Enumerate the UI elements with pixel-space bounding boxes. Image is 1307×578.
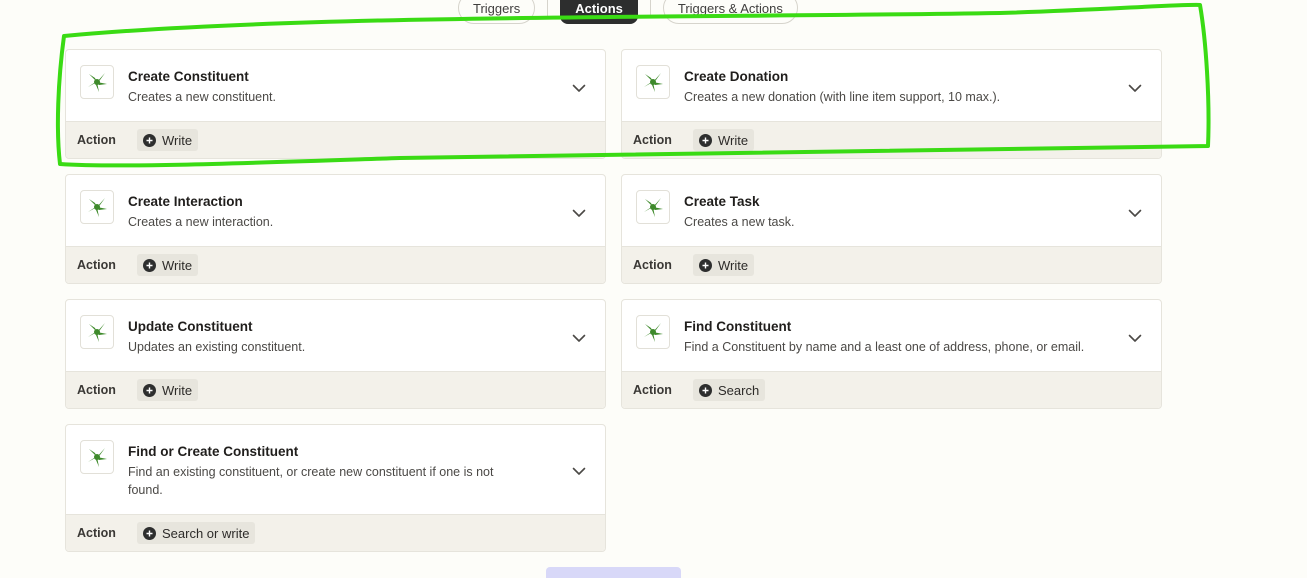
operation-badge: Write bbox=[137, 254, 199, 276]
card-header[interactable]: Create Constituent Creates a new constit… bbox=[66, 50, 605, 121]
card-type-label: Action bbox=[77, 526, 116, 540]
plus-icon bbox=[143, 133, 156, 147]
card-header[interactable]: Find Constituent Find a Constituent by n… bbox=[622, 300, 1161, 371]
tab-actions[interactable]: Actions bbox=[560, 0, 638, 24]
plus-icon bbox=[699, 133, 712, 147]
card-description: Find an existing constituent, or create … bbox=[128, 465, 494, 497]
operation-label: Write bbox=[162, 257, 193, 273]
action-card-find-or-create-constituent[interactable]: Find or Create Constituent Find an exist… bbox=[65, 424, 606, 552]
card-header[interactable]: Find or Create Constituent Find an exist… bbox=[66, 425, 605, 514]
tab-triggers[interactable]: Triggers bbox=[458, 0, 536, 24]
plus-icon bbox=[143, 383, 156, 397]
plus-icon bbox=[699, 383, 712, 397]
chevron-down-icon[interactable] bbox=[571, 205, 587, 221]
card-title: Create Interaction bbox=[128, 194, 243, 209]
app-logo-icon bbox=[80, 190, 114, 224]
chevron-down-icon[interactable] bbox=[571, 80, 587, 96]
operation-badge: Write bbox=[693, 254, 755, 276]
card-type-label: Action bbox=[633, 258, 672, 272]
action-card-create-constituent[interactable]: Create Constituent Creates a new constit… bbox=[65, 49, 606, 159]
operation-label: Write bbox=[162, 132, 193, 148]
operation-label: Write bbox=[718, 132, 749, 148]
operation-label: Write bbox=[162, 382, 193, 398]
operation-label: Write bbox=[718, 257, 749, 273]
card-type-label: Action bbox=[633, 383, 672, 397]
card-header[interactable]: Update Constituent Updates an existing c… bbox=[66, 300, 605, 371]
card-title: Find or Create Constituent bbox=[128, 444, 299, 459]
operation-badge: Write bbox=[693, 129, 755, 151]
app-logo-icon bbox=[80, 440, 114, 474]
plus-icon bbox=[143, 526, 156, 540]
chevron-down-icon[interactable] bbox=[1127, 330, 1143, 346]
chevron-down-icon[interactable] bbox=[571, 463, 587, 479]
card-title: Create Task bbox=[684, 194, 760, 209]
app-logo-icon bbox=[80, 315, 114, 349]
card-description: Updates an existing constituent. bbox=[128, 340, 306, 354]
action-card-create-donation[interactable]: Create Donation Creates a new donation (… bbox=[621, 49, 1162, 159]
operation-badge: Write bbox=[137, 379, 199, 401]
card-type-label: Action bbox=[77, 383, 116, 397]
operation-badge: Write bbox=[137, 129, 199, 151]
card-title: Update Constituent bbox=[128, 319, 253, 334]
card-title: Create Constituent bbox=[128, 69, 249, 84]
card-description: Find a Constituent by name and a least o… bbox=[684, 340, 1085, 354]
operation-badge: Search bbox=[693, 379, 766, 401]
action-card-find-constituent[interactable]: Find Constituent Find a Constituent by n… bbox=[621, 299, 1162, 409]
operation-label: Search bbox=[718, 382, 760, 398]
filter-tabs: Triggers Actions Triggers & Actions bbox=[458, 0, 798, 24]
card-footer: Action Write bbox=[66, 371, 605, 408]
app-logo-icon bbox=[636, 315, 670, 349]
operation-badge: Search or write bbox=[137, 522, 256, 544]
card-footer: Action Search bbox=[622, 371, 1161, 408]
action-list: Create Constituent Creates a new constit… bbox=[65, 49, 1162, 552]
card-footer: Action Search or write bbox=[66, 514, 605, 551]
action-card-create-interaction[interactable]: Create Interaction Creates a new interac… bbox=[65, 174, 606, 284]
plus-icon bbox=[699, 258, 712, 272]
tab-divider bbox=[547, 0, 549, 16]
chevron-down-icon[interactable] bbox=[1127, 80, 1143, 96]
card-header[interactable]: Create Donation Creates a new donation (… bbox=[622, 50, 1161, 121]
action-card-update-constituent[interactable]: Update Constituent Updates an existing c… bbox=[65, 299, 606, 409]
card-footer: Action Write bbox=[66, 121, 605, 158]
card-header[interactable]: Create Task Creates a new task. bbox=[622, 175, 1161, 246]
plus-icon bbox=[143, 258, 156, 272]
card-description: Creates a new donation (with line item s… bbox=[684, 90, 1001, 104]
action-card-create-task[interactable]: Create Task Creates a new task. Action W… bbox=[621, 174, 1162, 284]
tab-divider bbox=[649, 0, 651, 16]
card-type-label: Action bbox=[633, 133, 672, 147]
operation-label: Search or write bbox=[162, 525, 250, 541]
app-logo-icon bbox=[80, 65, 114, 99]
app-logo-icon bbox=[636, 65, 670, 99]
card-description: Creates a new interaction. bbox=[128, 215, 274, 229]
card-footer: Action Write bbox=[622, 246, 1161, 283]
tab-triggers-and-actions[interactable]: Triggers & Actions bbox=[662, 0, 798, 24]
card-title: Create Donation bbox=[684, 69, 789, 84]
card-footer: Action Write bbox=[622, 121, 1161, 158]
card-title: Find Constituent bbox=[684, 319, 792, 334]
card-type-label: Action bbox=[77, 258, 116, 272]
card-header[interactable]: Create Interaction Creates a new interac… bbox=[66, 175, 605, 246]
chevron-down-icon[interactable] bbox=[1127, 205, 1143, 221]
chevron-down-icon[interactable] bbox=[571, 330, 587, 346]
app-logo-icon bbox=[636, 190, 670, 224]
load-more-button[interactable] bbox=[546, 567, 681, 578]
card-description: Creates a new constituent. bbox=[128, 90, 276, 104]
card-type-label: Action bbox=[77, 133, 116, 147]
card-footer: Action Write bbox=[66, 246, 605, 283]
card-description: Creates a new task. bbox=[684, 215, 795, 229]
